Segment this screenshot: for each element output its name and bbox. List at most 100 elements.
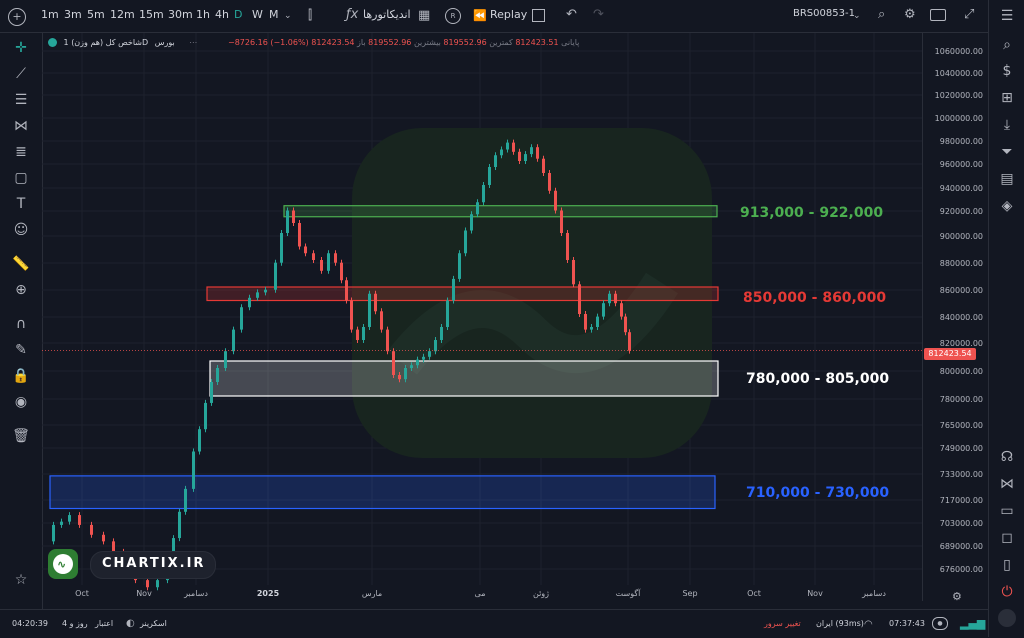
candle-body	[286, 210, 289, 233]
chevron-down-icon[interactable]: ⌄	[284, 9, 292, 23]
ruler-icon[interactable]: 📏	[10, 255, 32, 273]
symbol-chevron-icon[interactable]: ⌄	[853, 9, 861, 23]
candle-body	[380, 311, 383, 330]
time-tick-label: دسامبر	[862, 589, 886, 598]
chart-canvas[interactable]	[42, 33, 922, 601]
shapes-icon[interactable]: ▢	[10, 169, 32, 187]
r-badge-icon[interactable]: R	[445, 8, 461, 24]
interval-1h[interactable]: 1h	[196, 8, 210, 21]
search-icon[interactable]: ⌕	[878, 8, 885, 22]
time-tick-label: می	[474, 589, 486, 598]
theme-toggle-icon[interactable]: ●	[932, 617, 948, 630]
avatar[interactable]	[998, 609, 1016, 627]
fib-icon[interactable]: ≣	[10, 143, 32, 161]
interval-3m[interactable]: 3m	[64, 8, 82, 21]
interval-12m[interactable]: 12m	[110, 8, 135, 21]
rectangle-icon[interactable]	[532, 9, 545, 22]
redo-icon[interactable]: ↷	[593, 8, 604, 22]
price-tick-label: 960000.00	[939, 160, 983, 169]
legend-title[interactable]: شاخص کل (هم وزن)	[71, 38, 142, 47]
price-tick-label: 860000.00	[939, 286, 983, 295]
interval-5m[interactable]: 5m	[87, 8, 105, 21]
candle-body	[488, 167, 491, 185]
candle-body	[280, 233, 283, 263]
candle-body	[374, 293, 377, 312]
toggle-icon[interactable]: ◐	[126, 617, 135, 631]
signal-icon[interactable]: ▯	[996, 555, 1018, 575]
eye-icon[interactable]: ◉	[10, 393, 32, 411]
interval-1m[interactable]: 1m	[41, 8, 59, 21]
emoji-icon[interactable]: ☺	[10, 221, 32, 239]
replay-icon[interactable]: ⏪	[473, 9, 487, 23]
undo-icon[interactable]: ↶	[566, 8, 577, 22]
candle-body	[536, 147, 539, 159]
indicators-button[interactable]: اندیکاتورها	[363, 8, 411, 21]
server-change-button[interactable]: تغییر سرور	[764, 619, 801, 628]
candle-body	[398, 375, 401, 380]
lock-icon[interactable]: 🔒	[10, 367, 32, 385]
interval-15m[interactable]: 15m	[139, 8, 164, 21]
time-axis[interactable]: Oct Nov دسامبر 2025 مارس می ژوئن آگوست Sep Oct Nov…	[42, 587, 922, 601]
time-tick-label: آگوست	[615, 589, 641, 598]
calendar-icon[interactable]: ▤	[996, 169, 1018, 189]
candle-body	[428, 351, 431, 357]
candle-body	[334, 253, 337, 263]
trash-icon[interactable]: 🗑	[10, 427, 32, 445]
share-icon[interactable]: ⋈	[996, 474, 1018, 494]
horizontal-lines-icon[interactable]: ☰	[10, 91, 32, 109]
interval-W[interactable]: W	[252, 8, 263, 21]
candle-body	[264, 289, 267, 293]
filter-icon[interactable]: ⏷	[996, 142, 1018, 162]
axis-settings-icon[interactable]: ⚙	[952, 590, 962, 604]
download-icon[interactable]: ⤓	[996, 115, 1018, 135]
price-axis[interactable]: 1060000.00 1040000.00 1020000.00 1000000.00…	[922, 33, 989, 601]
candle-body	[620, 303, 623, 317]
add-icon[interactable]: ⊞	[996, 88, 1018, 108]
bell-icon[interactable]: ◻	[996, 528, 1018, 548]
news-icon[interactable]: ▭	[996, 501, 1018, 521]
candle-body	[312, 253, 315, 260]
dollar-icon[interactable]: $	[996, 61, 1018, 81]
candle-body	[548, 173, 551, 191]
layers-icon[interactable]: ◈	[996, 196, 1018, 216]
menu-icon[interactable]: ☰	[996, 6, 1018, 26]
lock-drawing-icon[interactable]: ✎	[10, 341, 32, 359]
candle-body	[572, 260, 575, 285]
crosshair-icon[interactable]: ✛	[10, 39, 32, 57]
text-icon[interactable]: T	[10, 195, 32, 213]
replay-button[interactable]: Replay	[490, 8, 527, 21]
candles-chart-type-icon[interactable]: ⫿	[308, 9, 312, 23]
price-tick-label: 733000.00	[939, 470, 983, 479]
close-value: 812423.54	[311, 38, 355, 47]
interval-4h[interactable]: 4h	[215, 8, 229, 21]
templates-grid-icon[interactable]: ▦	[418, 9, 430, 23]
more-icon[interactable]: ⋯	[189, 38, 197, 47]
pitchfork-icon[interactable]: ⋈	[10, 117, 32, 135]
candle-body	[304, 246, 307, 254]
candle-body	[584, 314, 587, 330]
gear-icon[interactable]: ⚙	[904, 8, 916, 22]
headset-icon[interactable]: ☊	[996, 447, 1018, 467]
candle-body	[524, 154, 527, 161]
interval-30m[interactable]: 30m	[168, 8, 193, 21]
screener-button[interactable]: اسکرینر	[140, 619, 167, 628]
search-icon[interactable]: ⌕	[996, 35, 1018, 55]
fx-indicators-icon[interactable]: ƒx	[346, 8, 358, 22]
magnet-icon[interactable]: ∩	[10, 315, 32, 333]
low-value: 812423.51	[515, 38, 559, 47]
close-label: پایانی	[561, 38, 580, 47]
candle-body	[628, 332, 631, 351]
interval-M[interactable]: M	[269, 8, 279, 21]
fullscreen-icon[interactable]: ⤢	[964, 8, 974, 22]
trendline-icon[interactable]: ⟋	[10, 65, 32, 83]
camera-icon[interactable]	[930, 9, 946, 21]
add-symbol-icon[interactable]: +	[8, 8, 26, 26]
star-icon[interactable]: ☆	[10, 571, 32, 589]
price-tick-label: 780000.00	[939, 395, 983, 404]
interval-D[interactable]: D	[234, 8, 242, 21]
chartix-logo-icon: ∿	[48, 549, 78, 579]
zoom-in-icon[interactable]: ⊕	[10, 281, 32, 299]
power-icon[interactable]: ⏻	[996, 582, 1018, 602]
symbol-selector[interactable]: BRS00853-1	[793, 8, 855, 19]
chart-pane[interactable]	[42, 33, 922, 601]
